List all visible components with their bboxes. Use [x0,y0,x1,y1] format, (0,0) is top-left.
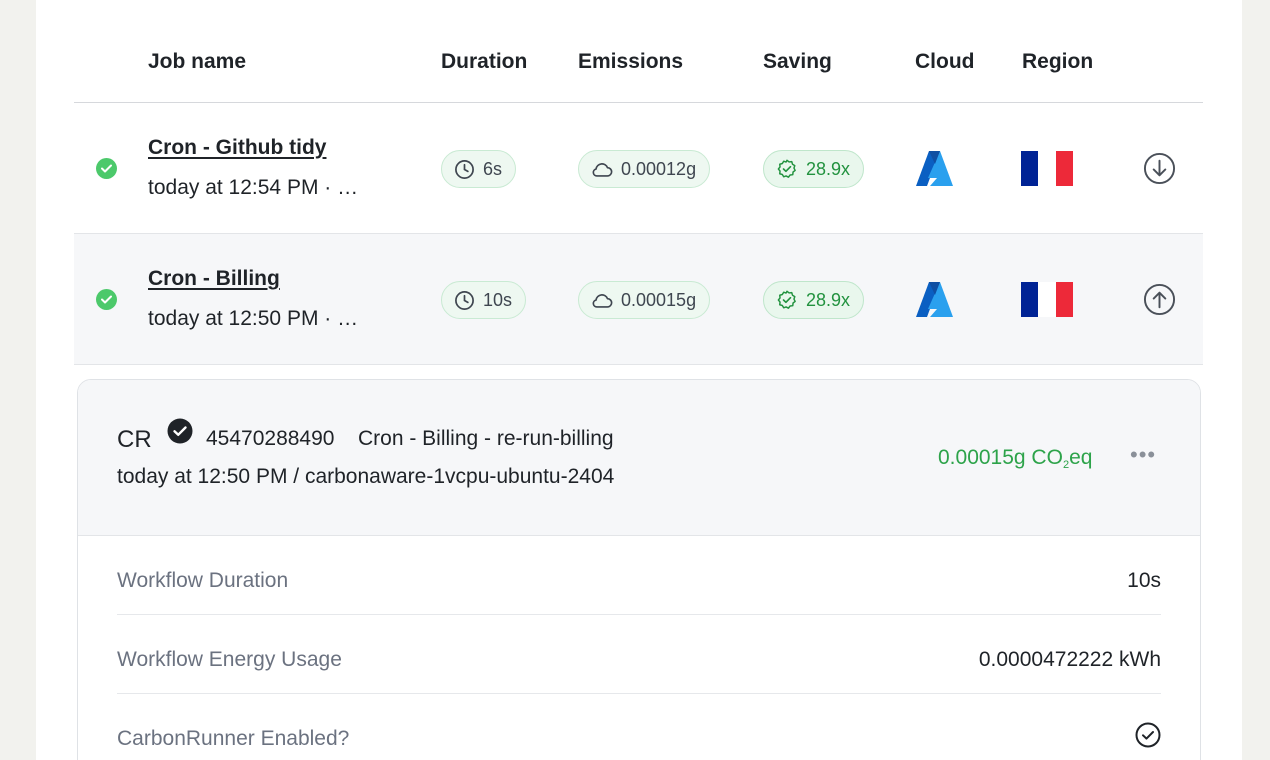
run-name: Cron - Billing - re-run-billing [358,427,614,450]
saving-value: 28.9x [806,289,851,310]
emissions-value: 0.00012g [621,158,697,179]
job-name-link[interactable]: Cron - Github tidy [148,136,326,160]
emissions-value: 0.00015g [621,289,697,310]
header-cloud: Cloud [915,50,975,73]
header-saving: Saving [763,50,832,73]
job-name-link[interactable]: Cron - Billing [148,267,280,291]
job-timestamp: today at 12:54 PM · … [148,176,359,199]
cloud-icon [592,293,613,308]
run-emission-suffix: eq [1069,446,1093,469]
cloud-icon [592,162,613,177]
emissions-badge: 0.00015g [578,281,711,319]
badge-check-icon [777,290,796,309]
badge-check-icon [777,159,796,178]
emissions-badge: 0.00012g [578,150,711,188]
saving-badge: 28.9x [763,150,865,188]
detail-label: CarbonRunner Enabled? [117,727,350,750]
run-detail-card: CR 45470288490 Cron - Billing - re-run-b… [77,379,1201,760]
run-id: 45470288490 [206,427,335,450]
detail-row-energy: Workflow Energy Usage 0.0000472222 kWh [117,615,1161,694]
france-flag-icon [1021,151,1073,186]
table-row[interactable]: Cron - Billing today at 12:50 PM · … 10s… [74,234,1203,365]
detail-value: 10s [1127,569,1161,592]
run-prefix: CR [117,426,152,453]
arrow-down-circle-icon [1143,152,1176,185]
header-emissions: Emissions [578,50,684,73]
header-job-name: Job name [148,50,247,73]
azure-logo-icon [916,151,953,192]
clock-icon [455,159,474,179]
detail-value: 0.0000472222 kWh [978,648,1161,671]
success-status-icon [96,158,117,179]
run-emission: 0.00015g CO2eq [938,446,1092,471]
detail-label: Workflow Duration [117,569,289,592]
run-meta: today at 12:50 PM / carbonaware-1vcpu-ub… [117,465,615,488]
expand-row-button[interactable] [1143,152,1176,190]
header-region: Region [1022,50,1094,73]
check-circle-filled-icon [167,418,193,449]
table-header: Job name Duration Emissions Saving Cloud… [74,0,1203,103]
check-circle-icon [1135,722,1161,753]
collapse-row-button[interactable] [1143,283,1176,321]
run-emission-value: 0.00015g CO [938,446,1063,469]
job-timestamp: today at 12:50 PM · … [148,307,359,330]
run-detail-header: CR 45470288490 Cron - Billing - re-run-b… [78,380,1200,536]
detail-label: Workflow Energy Usage [117,648,342,671]
saving-badge: 28.9x [763,281,865,319]
table-row[interactable]: Cron - Github tidy today at 12:54 PM · …… [74,103,1203,234]
duration-value: 10s [483,289,513,310]
main-panel: Job name Duration Emissions Saving Cloud… [36,0,1242,760]
success-status-icon [96,289,117,310]
azure-logo-icon [916,282,953,323]
arrow-up-circle-icon [1143,283,1176,316]
duration-value: 6s [483,158,503,179]
detail-row-carbonrunner: CarbonRunner Enabled? [117,694,1161,760]
saving-value: 28.9x [806,158,851,179]
header-duration: Duration [441,50,528,73]
detail-row-duration: Workflow Duration 10s [117,536,1161,615]
duration-badge: 6s [441,150,517,188]
more-options-button[interactable]: ••• [1130,442,1156,468]
jobs-table: Job name Duration Emissions Saving Cloud… [74,0,1203,365]
france-flag-icon [1021,282,1073,317]
clock-icon [455,290,474,310]
duration-badge: 10s [441,281,527,319]
